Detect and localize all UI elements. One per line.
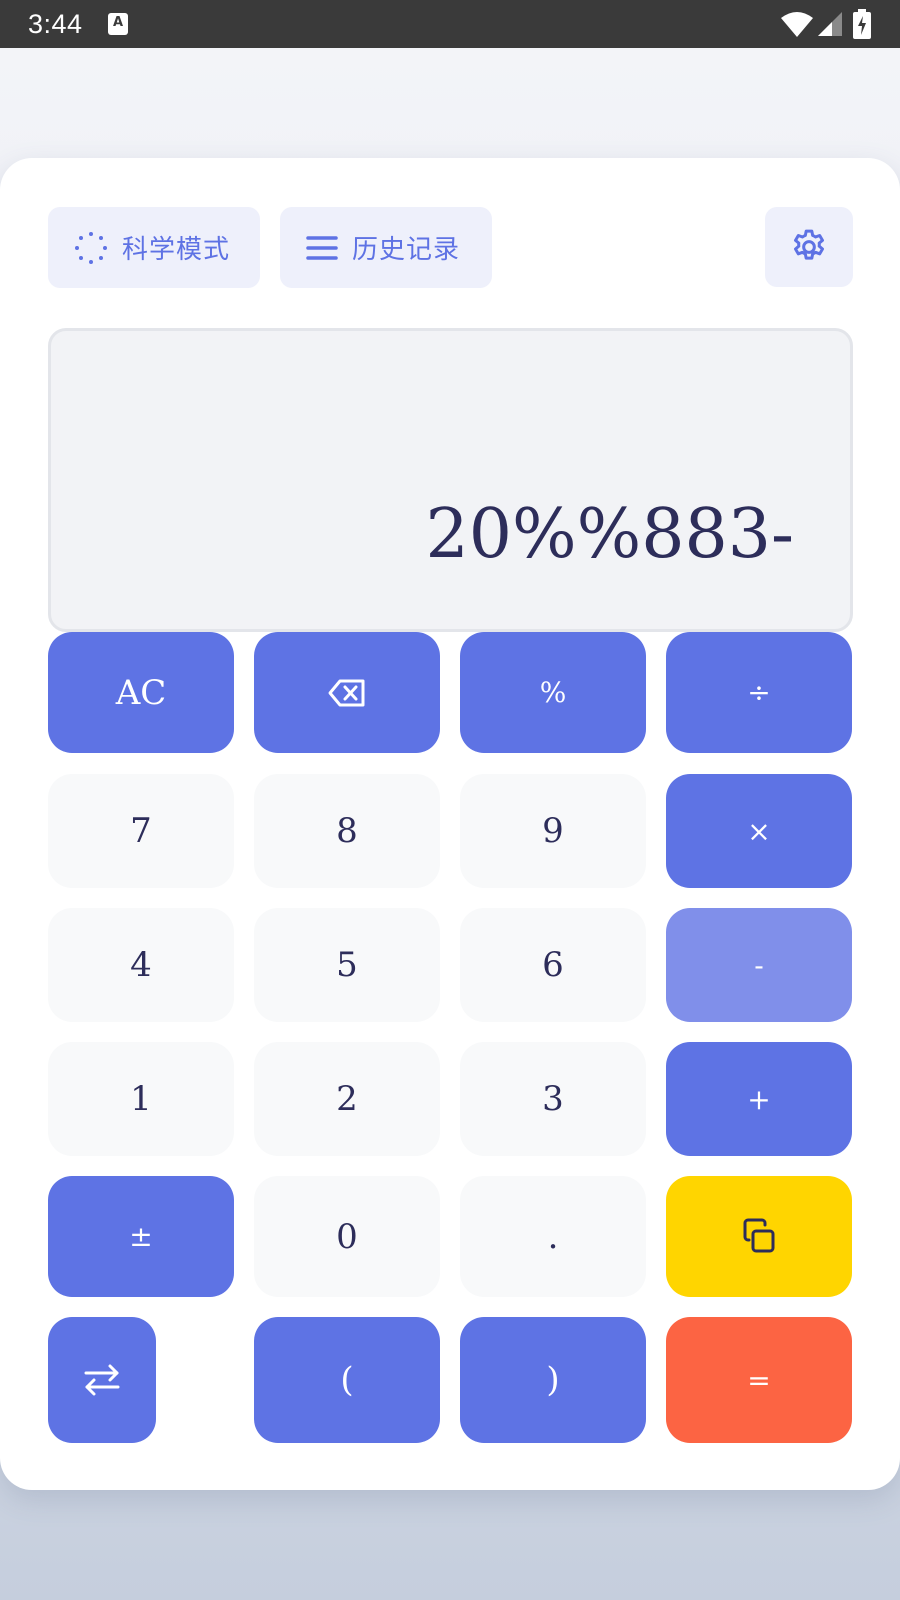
divide-button[interactable]: ÷ [666,632,852,753]
backspace-button[interactable] [254,632,440,753]
notification-a-icon: A [108,13,128,35]
digit-1-button[interactable]: 1 [48,1042,234,1156]
digit-2-button[interactable]: 2 [254,1042,440,1156]
add-button[interactable]: + [666,1042,852,1156]
percent-button[interactable]: % [460,632,646,753]
digit-3-button[interactable]: 3 [460,1042,646,1156]
display-expression: 20%%883- [425,495,794,574]
digit-7-button[interactable]: 7 [48,774,234,888]
digit-9-button[interactable]: 9 [460,774,646,888]
scientific-mode-button[interactable]: 科学模式 [48,207,260,288]
wifi-icon [781,12,813,37]
close-paren-button[interactable]: ) [460,1317,646,1443]
digit-8-button[interactable]: 8 [254,774,440,888]
history-label: 历史记录 [352,235,461,265]
plus-minus-button[interactable]: ± [48,1176,234,1297]
signal-icon [818,12,842,36]
subtract-button[interactable]: - [666,908,852,1022]
digit-0-button[interactable]: 0 [254,1176,440,1297]
open-paren-button[interactable]: ( [254,1317,440,1443]
gear-icon [794,229,824,260]
multiply-button[interactable]: × [666,774,852,888]
scientific-mode-label: 科学模式 [122,235,231,265]
history-button[interactable]: 历史记录 [280,207,492,288]
digit-6-button[interactable]: 6 [460,908,646,1022]
settings-button[interactable] [765,207,853,287]
dotted-circle-icon [75,231,107,264]
copy-icon [743,1218,775,1252]
copy-button[interactable] [666,1176,852,1297]
backspace-icon [328,679,365,706]
swap-arrows-icon [84,1364,120,1396]
status-bar: 3:44 A [0,0,900,48]
status-time: 3:44 [28,9,83,39]
clear-button[interactable]: AC [48,632,234,753]
digit-5-button[interactable]: 5 [254,908,440,1022]
equals-button[interactable]: = [666,1317,852,1443]
battery-charging-icon [853,9,871,39]
calculator-card: 科学模式 历史记录 20%%883- AC % ÷ 7 8 9 × 4 5 6 … [0,158,900,1490]
decimal-point-button[interactable]: . [460,1176,646,1297]
calculator-display: 20%%883- [48,328,853,632]
swap-button[interactable] [48,1317,156,1443]
digit-4-button[interactable]: 4 [48,908,234,1022]
menu-lines-icon [306,235,338,260]
